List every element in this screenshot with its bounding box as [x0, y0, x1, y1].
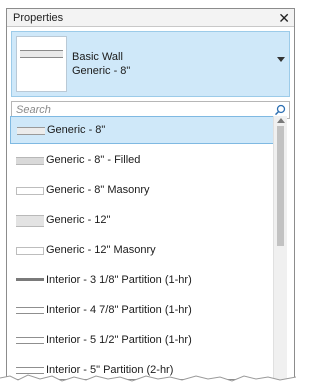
list-item-label: Generic - 12"	[46, 214, 111, 226]
list-item-label: Interior - 3 1/8" Partition (1-hr)	[46, 274, 192, 286]
list-item-interior-5-1-2-partition-1-hr[interactable]: Interior - 5 1/2" Partition (1-hr)	[10, 326, 278, 354]
list-item-label: Generic - 12" Masonry	[46, 244, 156, 256]
wall-swatch-icon	[16, 184, 44, 196]
scrollbar[interactable]	[273, 116, 287, 390]
wall-swatch-icon	[16, 154, 44, 166]
wall-swatch-icon	[16, 304, 44, 316]
list-item-generic-8-filled[interactable]: Generic - 8" - Filled	[10, 146, 278, 174]
type-selector-text: Basic Wall Generic - 8"	[72, 50, 130, 78]
chevron-down-icon[interactable]	[277, 57, 285, 62]
list-item-generic-8-masonry[interactable]: Generic - 8" Masonry	[10, 176, 278, 204]
scrollbar-thumb[interactable]	[277, 126, 284, 246]
palette-title: Properties	[13, 11, 64, 24]
torn-edge-decoration	[0, 374, 296, 390]
list-item-interior-3-1-8-partition-1-hr[interactable]: Interior - 3 1/8" Partition (1-hr)	[10, 266, 278, 294]
search-icon[interactable]	[274, 104, 286, 116]
wall-swatch-icon	[16, 274, 44, 286]
type-name: Generic - 8"	[72, 65, 131, 77]
wall-swatch-icon	[16, 334, 44, 346]
list-item-interior-4-7-8-partition-1-hr[interactable]: Interior - 4 7/8" Partition (1-hr)	[10, 296, 278, 324]
list-item-label: Interior - 4 7/8" Partition (1-hr)	[46, 304, 192, 316]
list-item-label: Generic - 8" Masonry	[46, 184, 150, 196]
palette-titlebar[interactable]: Properties ✕	[7, 9, 294, 27]
family-name: Basic Wall	[72, 51, 123, 63]
close-icon[interactable]: ✕	[278, 11, 290, 25]
list-item-generic-12[interactable]: Generic - 12"	[10, 206, 278, 234]
list-item-label: Generic - 8" - Filled	[46, 154, 141, 166]
list-item-generic-12-masonry[interactable]: Generic - 12" Masonry	[10, 236, 278, 264]
wall-type-preview-icon	[16, 36, 67, 92]
type-list: Generic - 8" Generic - 8" - Filled Generic…	[10, 116, 278, 390]
type-selector-dropdown[interactable]: Basic Wall Generic - 8"	[11, 31, 290, 97]
wall-swatch-icon	[17, 124, 45, 136]
wall-swatch-icon	[16, 214, 44, 227]
wall-swatch-icon	[16, 244, 44, 256]
search-placeholder: Search	[16, 104, 51, 116]
list-item-label: Interior - 5 1/2" Partition (1-hr)	[46, 334, 192, 346]
scroll-up-icon[interactable]	[277, 118, 285, 123]
list-item-label: Generic - 8"	[47, 124, 106, 136]
list-item-generic-8[interactable]: Generic - 8"	[10, 116, 278, 144]
